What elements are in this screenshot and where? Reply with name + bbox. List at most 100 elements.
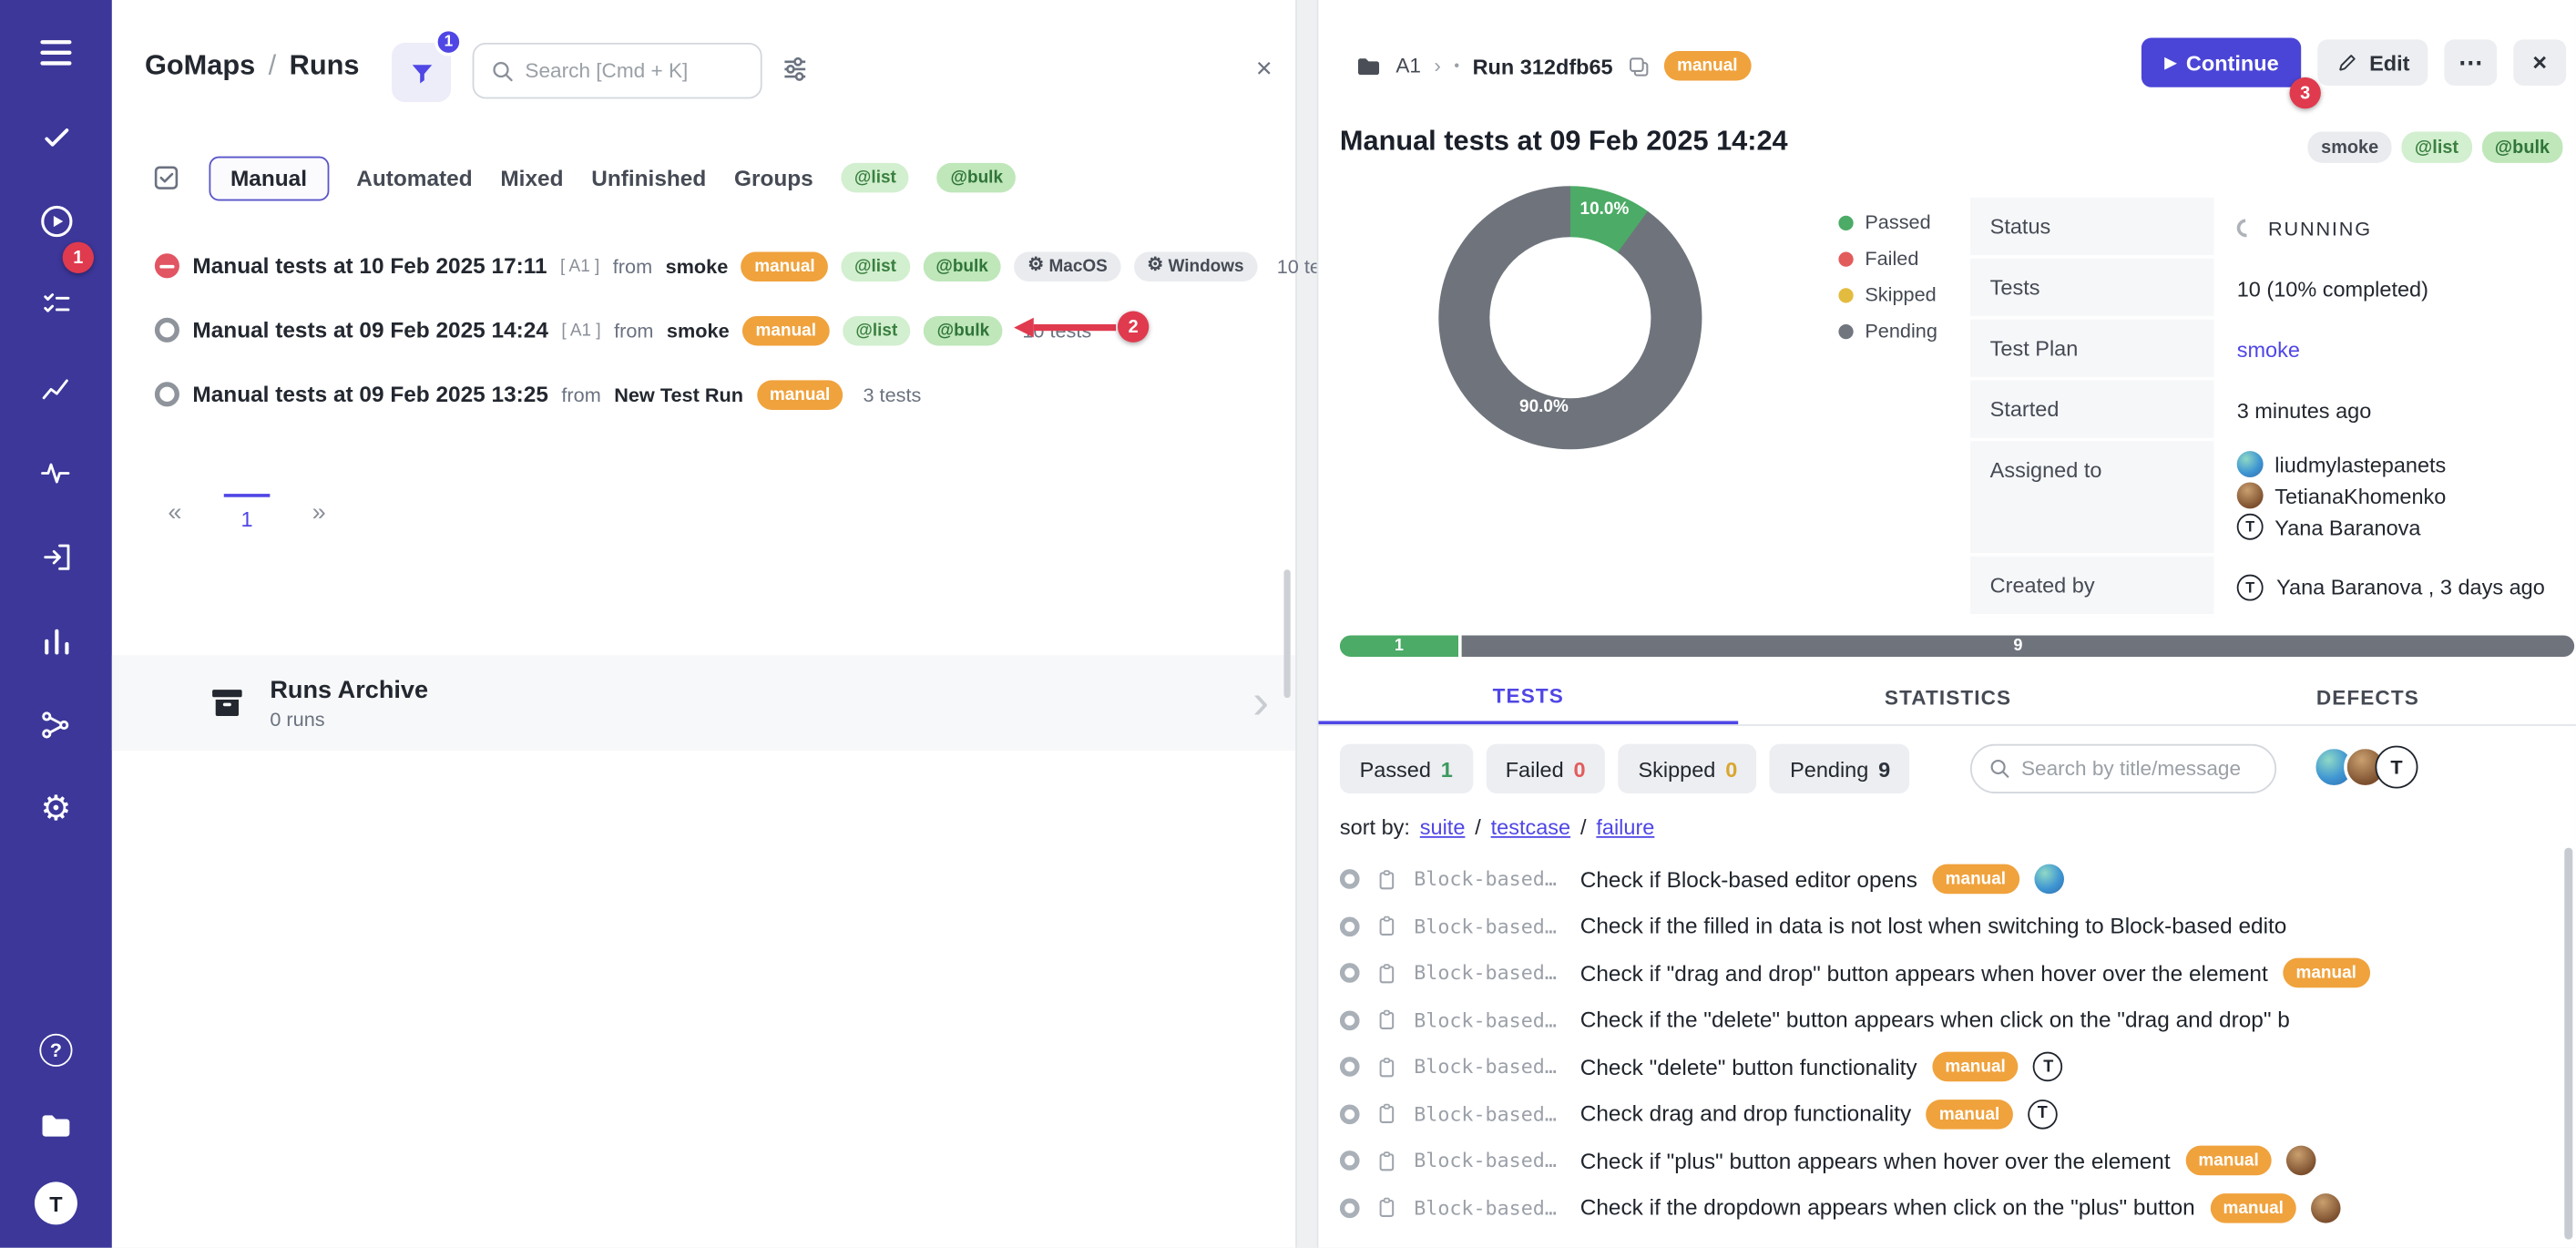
search-input[interactable]: [525, 59, 743, 82]
edit-button[interactable]: Edit: [2318, 39, 2428, 86]
tab-defects[interactable]: DEFECTS: [2158, 671, 2576, 724]
run-suite-ref: [ A1 ]: [560, 256, 599, 276]
test-row[interactable]: Block-based… Check "delete" button funct…: [1340, 1044, 2576, 1090]
assignee[interactable]: TYana Baranova: [2237, 514, 2421, 540]
tests-list: Block-based… Check if Block-based editor…: [1340, 856, 2576, 1248]
select-all-icon[interactable]: [151, 163, 181, 193]
test-row[interactable]: Block-based… Check if the filled in data…: [1340, 903, 2576, 949]
run-id[interactable]: Run 312dfb65: [1473, 54, 1613, 78]
chip-passed[interactable]: Passed1: [1340, 744, 1473, 793]
pagination-next[interactable]: »: [312, 499, 326, 527]
run-failed-icon: [155, 253, 179, 278]
tab-tests[interactable]: TESTS: [1318, 671, 1738, 724]
tag-list[interactable]: @list: [2401, 132, 2471, 163]
tests-search[interactable]: [1970, 744, 2276, 793]
search-icon: [1988, 757, 2011, 780]
app: ⚙ ? T GoMaps / Runs 1 × Manual Au: [0, 0, 2576, 1248]
test-row[interactable]: Block-based… Check if Block-based editor…: [1340, 856, 2576, 903]
folder-icon[interactable]: [36, 1106, 76, 1145]
tab-automated[interactable]: Automated: [356, 166, 472, 190]
line-chart-icon[interactable]: [36, 369, 76, 408]
test-row[interactable]: Block-based… Check drag and drop functio…: [1340, 1090, 2576, 1137]
tests-search-input[interactable]: [2021, 757, 2258, 780]
chip-failed[interactable]: Failed0: [1486, 744, 1605, 793]
check-icon[interactable]: [36, 117, 76, 156]
view-settings-icon[interactable]: [781, 55, 811, 85]
testcase-icon: [1375, 914, 1399, 938]
run-row[interactable]: Manual tests at 10 Feb 2025 17:11 [ A1 ]…: [112, 234, 1295, 298]
test-status-icon: [1340, 964, 1360, 984]
checklist-icon[interactable]: [36, 285, 76, 324]
avatar: T: [2028, 1100, 2058, 1130]
tab-unfinished[interactable]: Unfinished: [591, 166, 706, 190]
test-suite: Block-based…: [1414, 868, 1565, 891]
tab-statistics[interactable]: STATISTICS: [1738, 671, 2158, 724]
annotation-badge-1: 1: [63, 242, 94, 273]
test-title: Check "delete" button functionality: [1580, 1055, 1917, 1079]
run-source: smoke: [667, 319, 730, 342]
run-row[interactable]: Manual tests at 09 Feb 2025 13:25 from N…: [112, 363, 1295, 426]
test-row[interactable]: Block-based… Check if "drag and drop" bu…: [1340, 950, 2576, 997]
status-filter-chips: Passed1 Failed0 Skipped0 Pending9: [1340, 744, 1910, 793]
tag-filter-list[interactable]: @list: [841, 163, 909, 193]
branch-icon[interactable]: [36, 704, 76, 743]
assignee-avatars-cluster[interactable]: T: [2313, 746, 2418, 789]
activity-icon[interactable]: [36, 453, 76, 492]
export-icon[interactable]: [36, 537, 76, 576]
test-row[interactable]: Block-based… Check if the dropdown appea…: [1340, 1184, 2576, 1231]
breadcrumb-page[interactable]: Runs: [290, 49, 360, 82]
testcase-icon: [1375, 1008, 1399, 1032]
sort-testcase-link[interactable]: testcase: [1491, 814, 1570, 839]
folder-icon: [1354, 52, 1383, 80]
tests-scrollbar[interactable]: [2564, 848, 2572, 1240]
breadcrumb-app[interactable]: GoMaps: [145, 49, 255, 82]
menu-icon[interactable]: [36, 33, 76, 72]
tag-bulk[interactable]: @bulk: [2481, 132, 2562, 163]
test-row[interactable]: Block-based… Check if "plus" button appe…: [1340, 1138, 2576, 1184]
sort-suite-link[interactable]: suite: [1420, 814, 1466, 839]
test-status-icon: [1340, 1104, 1360, 1124]
tab-mixed[interactable]: Mixed: [500, 166, 563, 190]
results-donut-chart: 10.0% 90.0%: [1438, 186, 1702, 449]
run-tests-count: 3 tests: [863, 383, 921, 405]
gear-icon[interactable]: ⚙: [36, 789, 76, 828]
continue-button[interactable]: ▶ Continue: [2142, 38, 2302, 87]
sidebar: ⚙ ? T: [0, 0, 112, 1248]
test-title: Check if "drag and drop" button appears …: [1580, 961, 2268, 986]
run-badge-list: @list: [843, 315, 911, 345]
chip-skipped[interactable]: Skipped0: [1619, 744, 1757, 793]
runs-archive-row[interactable]: Runs Archive 0 runs ›: [112, 655, 1295, 751]
run-tags: smoke @list @bulk: [2308, 132, 2563, 163]
tab-groups[interactable]: Groups: [734, 166, 813, 190]
close-button[interactable]: ×: [2513, 39, 2566, 86]
funnel-icon: [407, 58, 435, 87]
more-button[interactable]: ⋯: [2444, 39, 2497, 86]
left-panel-scrollbar[interactable]: [1283, 569, 1290, 698]
pagination-page-1[interactable]: 1: [224, 494, 269, 532]
legend-pending: Pending: [1838, 320, 1937, 343]
test-suite: Block-based…: [1414, 915, 1565, 937]
test-status-icon: [1340, 916, 1360, 936]
help-icon[interactable]: ?: [36, 1030, 76, 1069]
test-title: Check if "plus" button appears when hove…: [1580, 1149, 2171, 1173]
bar-chart-icon[interactable]: [36, 620, 76, 660]
test-plan-link[interactable]: smoke: [2237, 337, 2300, 362]
assignee[interactable]: liudmylastepanets: [2237, 451, 2447, 477]
test-row[interactable]: Block-based… Check if the "delete" butto…: [1340, 997, 2576, 1043]
sort-failure-link[interactable]: failure: [1596, 814, 1654, 839]
runs-search[interactable]: [473, 43, 762, 98]
assignee[interactable]: TetianaKhomenko: [2237, 482, 2447, 508]
run-pending-icon: [155, 318, 179, 343]
project-name[interactable]: A1: [1395, 55, 1421, 77]
test-badge-manual: manual: [1932, 864, 2019, 895]
sidebar-bottom-icons: ? T: [35, 1030, 77, 1224]
tag-smoke[interactable]: smoke: [2308, 132, 2392, 163]
collapse-panel-button[interactable]: ×: [1244, 49, 1283, 88]
pagination-prev[interactable]: «: [168, 499, 181, 527]
tab-manual[interactable]: Manual: [209, 156, 328, 200]
copy-icon[interactable]: [1626, 54, 1651, 78]
tag-filter-bulk[interactable]: @bulk: [937, 163, 1016, 193]
user-avatar[interactable]: T: [35, 1182, 77, 1224]
play-circle-icon[interactable]: [36, 200, 76, 240]
chip-pending[interactable]: Pending9: [1770, 744, 1910, 793]
